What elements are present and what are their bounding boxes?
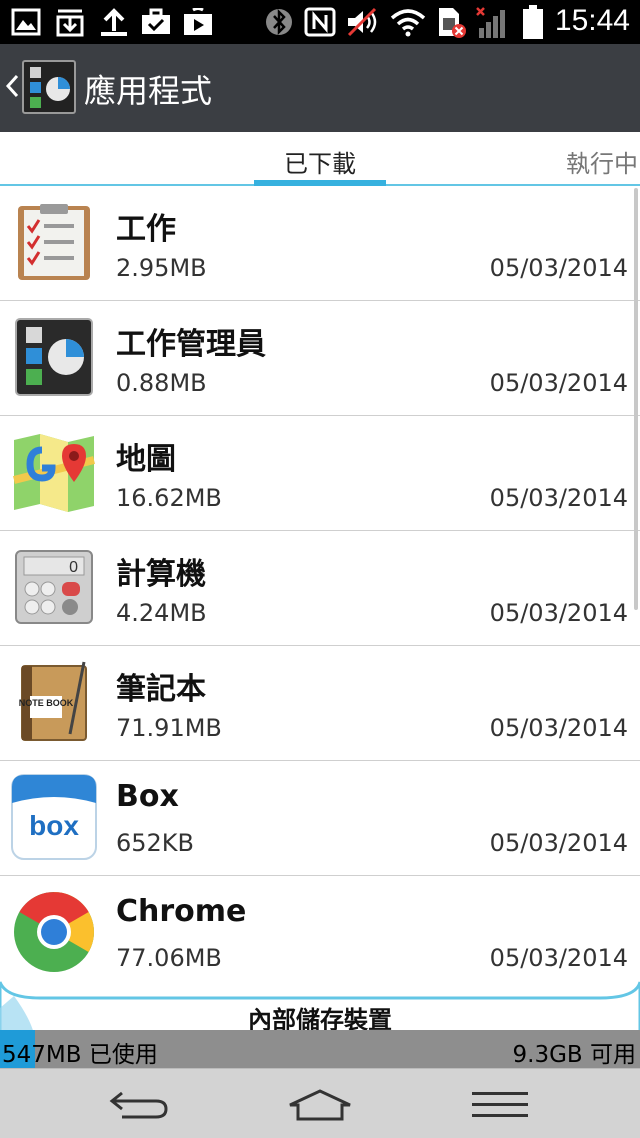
- sim-icon: [434, 6, 468, 38]
- task-manager-icon: [12, 315, 96, 399]
- home-button[interactable]: [280, 1083, 360, 1127]
- app-name: Box: [116, 779, 179, 814]
- app-size: 77.06MB: [116, 944, 222, 972]
- calculator-icon: 0: [12, 545, 96, 629]
- app-row-notebook[interactable]: NOTE BOOK 筆記本 71.91MB 05/03/2014: [0, 646, 640, 761]
- app-name: 筆記本: [116, 672, 206, 707]
- app-row-maps[interactable]: 地圖 16.62MB 05/03/2014: [0, 416, 640, 531]
- action-bar: 應用程式: [0, 44, 640, 132]
- app-date: 05/03/2014: [489, 484, 628, 512]
- status-time: 15:44: [554, 4, 630, 37]
- storage-used-text: 547MB 已使用: [2, 1042, 158, 1068]
- page-title: 應用程式: [84, 72, 213, 110]
- tab-bar: 已下載 執行中: [0, 132, 640, 186]
- app-date: 05/03/2014: [489, 254, 628, 282]
- upload-icon: [96, 6, 132, 38]
- bluetooth-icon: [262, 6, 296, 38]
- app-list[interactable]: 工作 2.95MB 05/03/2014 工作管理員 0.88MB 05/03/…: [0, 186, 640, 986]
- app-size: 71.91MB: [116, 714, 222, 742]
- navigation-bar: [0, 1068, 640, 1138]
- app-size: 2.95MB: [116, 254, 207, 282]
- back-arrow-icon: [109, 1091, 168, 1119]
- status-bar: 15:44: [0, 0, 640, 44]
- app-name: 計算機: [116, 557, 206, 592]
- play-store-icon: [180, 6, 216, 38]
- back-button[interactable]: [100, 1083, 180, 1127]
- maps-icon: [12, 430, 96, 514]
- menu-button[interactable]: [460, 1083, 540, 1127]
- task-manager-app-icon[interactable]: [22, 60, 76, 114]
- storage-bar: 547MB 已使用 9.3GB 可用: [0, 1030, 640, 1068]
- app-size: 652KB: [116, 829, 195, 857]
- list-scrollbar[interactable]: [634, 188, 638, 610]
- nfc-icon: [302, 6, 338, 38]
- app-row-box[interactable]: box Box 652KB 05/03/2014: [0, 761, 640, 876]
- app-name: Chrome: [116, 894, 247, 929]
- app-row-tasks[interactable]: 工作 2.95MB 05/03/2014: [0, 186, 640, 301]
- gallery-icon: [8, 6, 44, 38]
- briefcase-icon: [138, 6, 174, 38]
- chrome-icon: [12, 890, 96, 974]
- app-date: 05/03/2014: [489, 714, 628, 742]
- storage-indicator: 內部儲存裝置 547MB 已使用 9.3GB 可用: [0, 978, 640, 1068]
- app-name: 工作: [116, 212, 176, 247]
- notebook-icon: NOTE BOOK: [12, 660, 96, 744]
- app-date: 05/03/2014: [489, 829, 628, 857]
- menu-icon: [472, 1092, 528, 1117]
- app-date: 05/03/2014: [489, 944, 628, 972]
- calculator-display: 0: [69, 559, 78, 576]
- app-date: 05/03/2014: [489, 599, 628, 627]
- box-icon: box: [10, 773, 98, 861]
- battery-icon: [520, 5, 546, 39]
- download-icon: [52, 6, 88, 38]
- signal-icon: [474, 6, 514, 38]
- app-name: 工作管理員: [116, 327, 266, 362]
- storage-free-text: 9.3GB 可用: [512, 1042, 637, 1068]
- app-name: 地圖: [116, 442, 176, 477]
- app-size: 0.88MB: [116, 369, 207, 397]
- tasks-icon: [12, 200, 96, 284]
- wifi-icon: [388, 6, 428, 38]
- tab-downloaded[interactable]: 已下載: [284, 144, 356, 179]
- app-row-chrome[interactable]: Chrome 77.06MB 05/03/2014: [0, 876, 640, 986]
- mute-icon: [344, 6, 382, 38]
- app-size: 4.24MB: [116, 599, 207, 627]
- back-chevron-icon[interactable]: [4, 70, 20, 102]
- notebook-label: NOTE BOOK: [19, 698, 74, 708]
- box-wordmark: box: [29, 810, 79, 841]
- app-size: 16.62MB: [116, 484, 222, 512]
- tab-running[interactable]: 執行中: [566, 144, 638, 179]
- app-date: 05/03/2014: [489, 369, 628, 397]
- app-row-calculator[interactable]: 0 計算機 4.24MB 05/03/2014: [0, 531, 640, 646]
- app-row-task-manager[interactable]: 工作管理員 0.88MB 05/03/2014: [0, 301, 640, 416]
- home-icon: [289, 1089, 351, 1121]
